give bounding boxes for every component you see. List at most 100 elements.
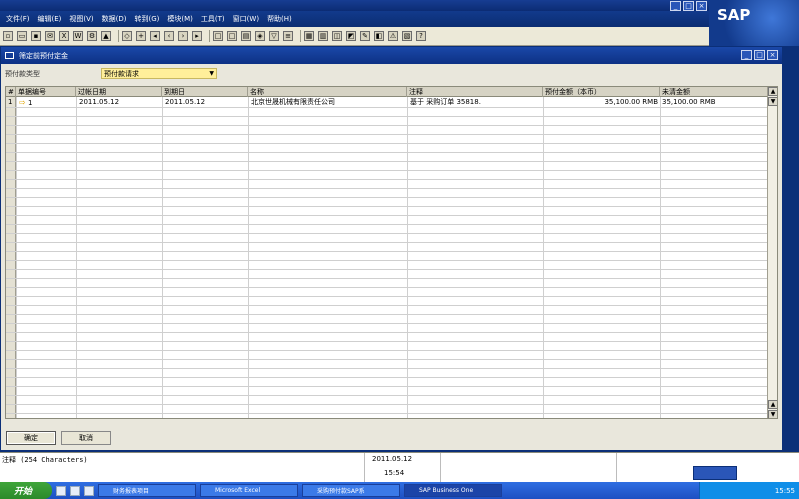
journal-icon[interactable]: ▤ (241, 31, 251, 41)
menu-edit[interactable]: 编辑(E) (34, 14, 66, 24)
tray-clock[interactable]: 15:55 (775, 487, 795, 495)
grid-row-line (6, 350, 769, 351)
remarks-cell[interactable]: 基于 采购订单 35818. (410, 98, 481, 107)
grid-row-line (6, 161, 769, 162)
toolbar: ▫ ▭ ▪ ✉ X W ⚙ ▲ ◇ + ◂ ‹ › ▸ □ □ ▤ ◈ ▽ ≡ … (0, 27, 799, 46)
amount-lc-cell[interactable]: 35,100.00 RMB (543, 98, 658, 107)
target-document-icon[interactable]: □ (227, 31, 237, 41)
open-amount-cell[interactable]: 35,100.00 RMB (662, 98, 716, 107)
ie-icon[interactable] (56, 485, 66, 496)
sap-logo: SAP (709, 0, 799, 46)
menu-modules[interactable]: 模块(M) (163, 14, 197, 24)
word-icon[interactable]: W (73, 31, 83, 41)
menu-tools[interactable]: 工具(T) (197, 14, 229, 24)
window-maximize-icon[interactable]: □ (754, 50, 765, 60)
grid-row-line (6, 179, 769, 180)
grid-row-line (6, 368, 769, 369)
calculator-icon[interactable]: ▥ (318, 31, 328, 41)
minimize-icon[interactable]: _ (670, 1, 681, 11)
grid-column-line (660, 97, 661, 418)
menu-goto[interactable]: 转到(G) (131, 14, 164, 24)
media-icon[interactable] (84, 485, 94, 496)
header-row-number[interactable]: # (6, 87, 16, 97)
sort-icon[interactable]: ≡ (283, 31, 293, 41)
grid-column-line (16, 97, 17, 418)
scroll-bottom-up-icon[interactable]: ▲ (768, 400, 777, 409)
header-remarks[interactable]: 注释 (407, 87, 543, 97)
menu-view[interactable]: 视图(V) (65, 14, 97, 24)
link-arrow-icon[interactable]: ⇨ (19, 98, 26, 107)
print-icon[interactable]: ▭ (17, 31, 27, 41)
window-titlebar: 筛定前预付定金 (1, 47, 782, 64)
close-icon[interactable]: × (696, 1, 707, 11)
task-sap[interactable]: SAP Business One (404, 484, 502, 497)
message-icon[interactable]: ◫ (332, 31, 342, 41)
header-amount-lc[interactable]: 预付金额（本币） (543, 87, 660, 97)
task-excel[interactable]: Microsoft Excel (200, 484, 298, 497)
mail-icon[interactable]: ✉ (45, 31, 55, 41)
posting-date-cell[interactable]: 2011.05.12 (79, 98, 119, 107)
header-due-date[interactable]: 到期日 (162, 87, 248, 97)
status-date: 2011.05.12 (372, 455, 413, 463)
desktop-icon[interactable] (70, 485, 80, 496)
scroll-down-icon[interactable]: ▼ (768, 97, 777, 106)
ok-button[interactable]: 确定 (6, 431, 56, 445)
grid-row-line (6, 332, 769, 333)
chart-icon[interactable]: ▧ (402, 31, 412, 41)
filter-icon[interactable]: ▽ (269, 31, 279, 41)
form-settings-icon[interactable]: ◩ (346, 31, 356, 41)
task-doc[interactable]: 采购预付款SAP系 (302, 484, 400, 497)
layout-icon[interactable]: ◧ (374, 31, 384, 41)
payment-type-select[interactable]: 预付款请求 ▼ (101, 68, 217, 79)
previous-record-icon[interactable]: ‹ (164, 31, 174, 41)
grid-row-line (6, 377, 769, 378)
start-button[interactable]: 开始 (0, 482, 52, 499)
window-title: 筛定前预付定金 (19, 51, 68, 60)
window-close-icon[interactable]: × (767, 50, 778, 60)
base-document-icon[interactable]: □ (213, 31, 223, 41)
menu-help[interactable]: 帮助(H) (263, 14, 296, 24)
due-date-cell[interactable]: 2011.05.12 (165, 98, 205, 107)
grid-row-line (6, 233, 769, 234)
header-posting-date[interactable]: 过帐日期 (76, 87, 162, 97)
excel-icon[interactable]: X (59, 31, 69, 41)
relations-icon[interactable]: ◈ (255, 31, 265, 41)
next-record-icon[interactable]: › (178, 31, 188, 41)
grid-column-line (407, 97, 408, 418)
preview-icon[interactable]: ▪ (31, 31, 41, 41)
help-icon[interactable]: ? (416, 31, 426, 41)
add-icon[interactable]: + (136, 31, 146, 41)
grid-column-line (248, 97, 249, 418)
edit-icon[interactable]: ✎ (360, 31, 370, 41)
scroll-bottom-down-icon[interactable]: ▼ (768, 410, 777, 418)
header-doc-number[interactable]: 单据编号 (16, 87, 76, 97)
scroll-up-icon[interactable]: ▲ (768, 87, 777, 96)
sap-mini-controls[interactable] (693, 466, 737, 480)
grid-row-line (6, 134, 769, 135)
task-folder[interactable]: 财务报表项目 (98, 484, 196, 497)
grid-row-line (6, 170, 769, 171)
find-icon[interactable]: ◇ (122, 31, 132, 41)
header-name[interactable]: 名称 (248, 87, 407, 97)
header-open-amount[interactable]: 未清金额 (660, 87, 769, 97)
first-record-icon[interactable]: ◂ (150, 31, 160, 41)
lock-icon[interactable]: ▲ (101, 31, 111, 41)
doc-number-cell[interactable]: ⇨ 1 (19, 98, 32, 108)
settings-icon[interactable]: ⚙ (87, 31, 97, 41)
last-record-icon[interactable]: ▸ (192, 31, 202, 41)
new-icon[interactable]: ▫ (3, 31, 13, 41)
chevron-down-icon[interactable]: ▼ (209, 70, 214, 77)
menu-data[interactable]: 数据(D) (98, 14, 131, 24)
menu-file[interactable]: 文件(F) (2, 14, 34, 24)
grid-row-line (6, 305, 769, 306)
menu-window[interactable]: 窗口(W) (229, 14, 263, 24)
maximize-icon[interactable]: □ (683, 1, 694, 11)
window-minimize-icon[interactable]: _ (741, 50, 752, 60)
cancel-button[interactable]: 取消 (61, 431, 111, 445)
grid-row-line (6, 404, 769, 405)
grid-row-line (6, 314, 769, 315)
calendar-icon[interactable]: ▦ (304, 31, 314, 41)
name-cell[interactable]: 北京世晟机械有限责任公司 (251, 98, 335, 107)
vertical-scrollbar[interactable]: ▲ ▼ ▲ ▼ (767, 87, 777, 418)
alert-icon[interactable]: ⚠ (388, 31, 398, 41)
